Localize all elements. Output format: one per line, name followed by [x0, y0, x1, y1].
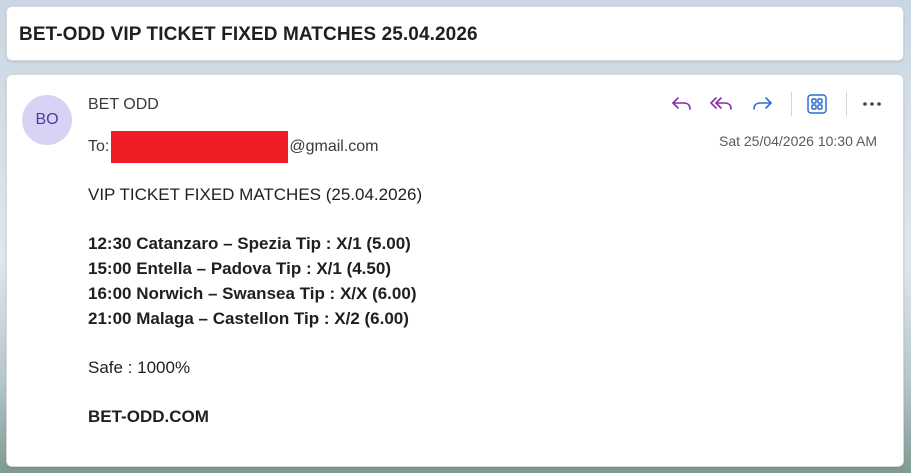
- match-line: 12:30 Catanzaro – Spezia Tip : X/1 (5.00…: [88, 234, 411, 253]
- match-line: 21:00 Malaga – Castellon Tip : X/2 (6.00…: [88, 309, 409, 328]
- more-icon: [863, 102, 881, 106]
- reply-all-icon: [710, 97, 732, 110]
- match-line: 16:00 Norwich – Swansea Tip : X/X (6.00): [88, 284, 417, 303]
- toolbar-divider: [846, 92, 847, 116]
- redacted-recipient: [111, 131, 289, 163]
- recipient-domain[interactable]: @gmail.com: [289, 138, 378, 156]
- more-actions-button[interactable]: [857, 89, 887, 119]
- forward-icon: [753, 97, 772, 110]
- sent-date: Sat 25/04/2026 10:30 AM: [718, 133, 877, 149]
- reply-icon: [672, 97, 691, 110]
- toolbar-divider: [791, 92, 792, 116]
- safe-line: Safe : 1000%: [88, 358, 191, 377]
- site-signature: BET-ODD.COM: [88, 407, 209, 426]
- recipient-line: To: @gmail.com: [88, 131, 379, 163]
- reply-all-button[interactable]: [707, 89, 737, 119]
- email-body: VIP TICKET FIXED MATCHES (25.04.2026) 12…: [88, 185, 422, 432]
- email-message: BO BET ODD To: @gmail.com Sat 25/04/2026…: [6, 74, 904, 467]
- apps-button[interactable]: [802, 89, 832, 119]
- message-actions: [657, 89, 887, 119]
- forward-button[interactable]: [747, 89, 777, 119]
- apps-icon: [807, 94, 827, 114]
- sender-avatar[interactable]: BO: [22, 95, 72, 145]
- reply-button[interactable]: [667, 89, 697, 119]
- body-heading: VIP TICKET FIXED MATCHES (25.04.2026): [88, 185, 423, 204]
- match-line: 15:00 Entella – Padova Tip : X/1 (4.50): [88, 259, 391, 278]
- subject-card: BET-ODD VIP TICKET FIXED MATCHES 25.04.2…: [6, 6, 904, 61]
- email-subject: BET-ODD VIP TICKET FIXED MATCHES 25.04.2…: [19, 24, 478, 45]
- to-label: To:: [88, 138, 110, 155]
- sender-name[interactable]: BET ODD: [88, 96, 159, 114]
